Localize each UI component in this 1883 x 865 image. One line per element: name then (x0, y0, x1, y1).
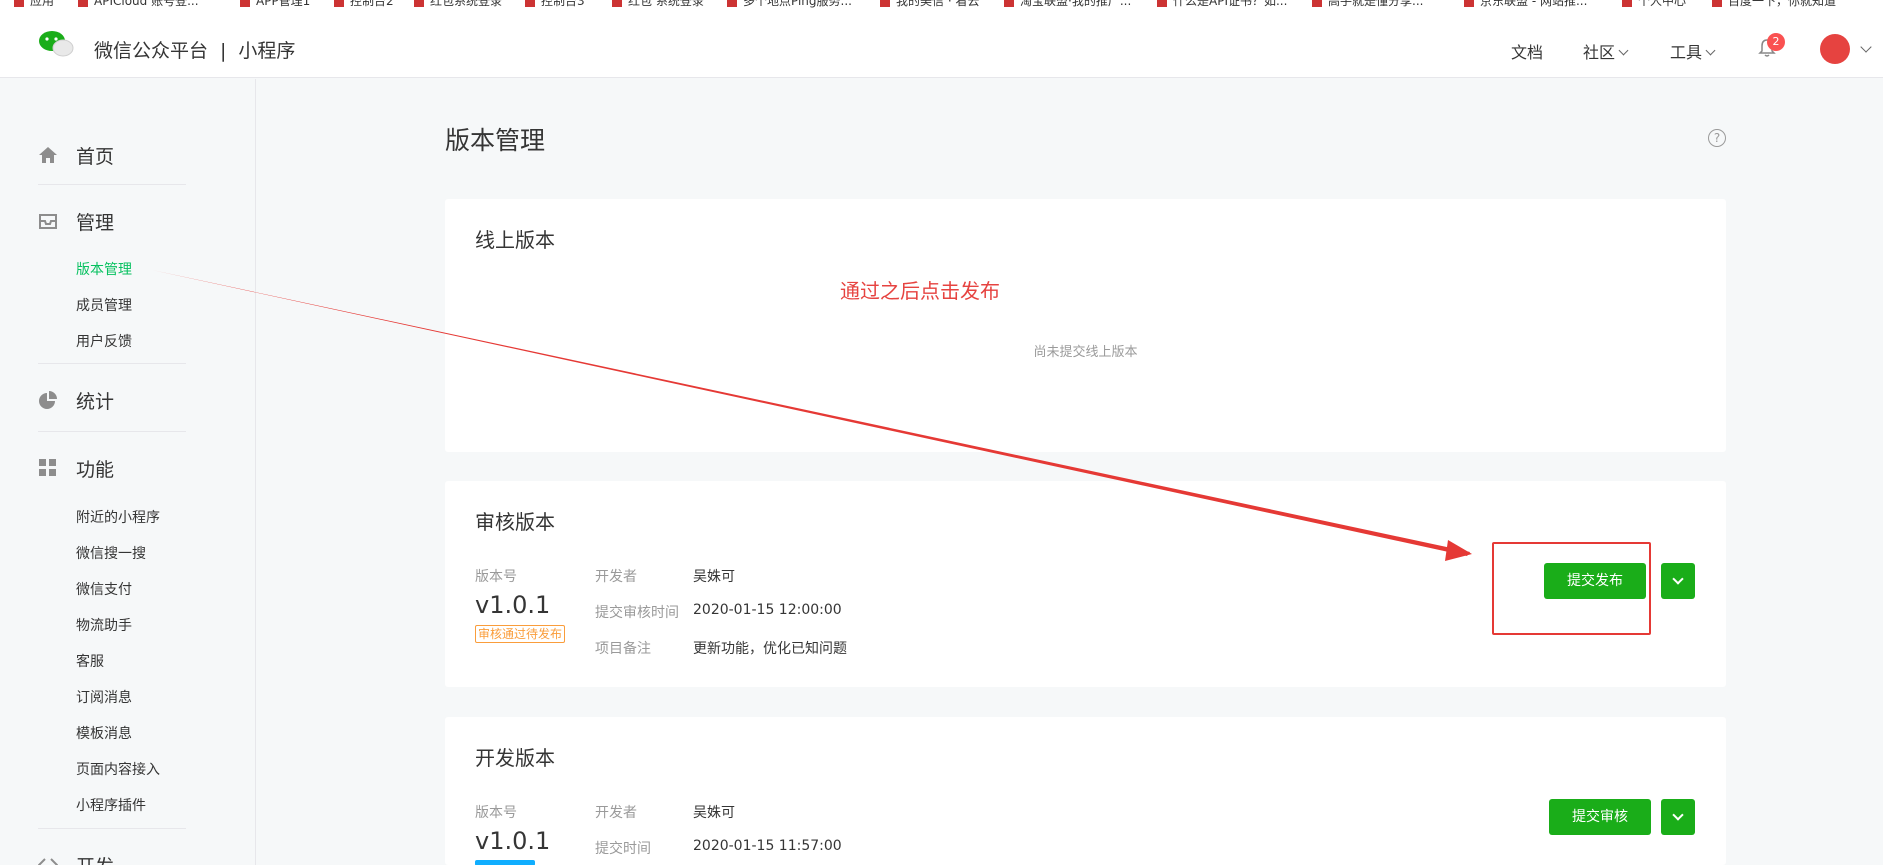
submit-time-label: 提交审核时间 (595, 605, 679, 621)
divider (38, 184, 186, 185)
notification-badge: 2 (1767, 33, 1785, 51)
brand-name: 微信公众平台 (94, 40, 209, 62)
bookmark-item[interactable]: 高手就是懂分享... (1312, 0, 1423, 8)
chevron-down-icon[interactable] (1860, 41, 1872, 53)
bookmark-icon (880, 0, 890, 7)
bookmark-item[interactable]: 淘宝联盟·我的推广... (1004, 0, 1131, 8)
developer-label: 开发者 (595, 805, 637, 821)
dev-version-card: 开发版本 版本号 v1.0.1 开发者 吴姝可 提交时间 2020-01-15 … (445, 717, 1726, 865)
annotation-text: 通过之后点击发布 (840, 279, 1000, 303)
sidebar-item-nearby[interactable]: 附近的小程序 (76, 507, 160, 527)
dev-more-button[interactable] (1661, 799, 1695, 835)
submit-time-label: 提交时间 (595, 841, 651, 857)
version-number: v1.0.1 (475, 591, 551, 619)
sidebar-item-pay[interactable]: 微信支付 (76, 579, 132, 599)
grid-icon (39, 459, 56, 476)
developer-label: 开发者 (595, 569, 637, 585)
sidebar: 首页 管理 版本管理 成员管理 用户反馈 统计 功能 附近的小程序 微信搜一搜 … (0, 79, 256, 865)
chevron-down-icon (1618, 45, 1629, 56)
sidebar-item-template[interactable]: 模板消息 (76, 723, 132, 743)
bookmark-icon (1004, 0, 1014, 7)
bookmark-icon (78, 0, 88, 7)
bookmark-icon (727, 0, 737, 7)
home-icon (39, 147, 57, 163)
status-badge: 审核通过待发布 (475, 625, 566, 643)
sidebar-item-plugin[interactable]: 小程序插件 (76, 795, 146, 815)
developer-value: 吴姝可 (693, 805, 735, 821)
online-version-title: 线上版本 (475, 228, 555, 252)
pie-chart-icon (39, 391, 57, 409)
code-icon (38, 858, 58, 865)
top-header: 微信公众平台 | 小程序 文档 社区 工具 2 (0, 8, 1883, 78)
review-more-button[interactable] (1661, 563, 1695, 599)
developer-value: 吴姝可 (693, 569, 735, 585)
bookmark-icon (14, 0, 24, 7)
sidebar-item-logistics[interactable]: 物流助手 (76, 615, 132, 635)
bookmark-icon (240, 0, 250, 7)
sidebar-item-feedback[interactable]: 用户反馈 (76, 331, 132, 351)
wechat-logo-icon[interactable] (38, 30, 74, 58)
bookmark-item[interactable]: 百度一下，你就知道 (1712, 0, 1836, 8)
nav-community[interactable]: 社区 (1583, 39, 1629, 63)
bookmark-item[interactable]: APP管理1 (240, 0, 310, 8)
bookmark-item[interactable]: 什么是API证书？如... (1157, 0, 1287, 8)
bookmarks-bar: 应用 APICloud 账号登... APP管理1 控制台2 红包系统登录 控制… (0, 0, 1883, 8)
bookmark-icon (1712, 0, 1722, 7)
bookmark-item[interactable]: 红包系统登录 (414, 0, 502, 8)
version-label: 版本号 (475, 569, 517, 585)
bookmark-icon (334, 0, 344, 7)
bookmark-icon (414, 0, 424, 7)
submit-time-value: 2020-01-15 12:00:00 (693, 602, 842, 618)
divider (38, 431, 186, 432)
chevron-down-icon (1672, 573, 1684, 585)
sidebar-item-content[interactable]: 页面内容接入 (76, 759, 160, 779)
bookmark-item[interactable]: APICloud 账号登... (78, 0, 199, 8)
bookmark-item[interactable]: 控制台2 (334, 0, 394, 8)
bookmark-item[interactable]: 应用 (14, 0, 54, 8)
bookmark-icon (1157, 0, 1167, 7)
help-icon[interactable]: ? (1708, 129, 1726, 147)
annotation-highlight-box (1492, 542, 1651, 635)
divider (38, 363, 186, 364)
inbox-icon (39, 214, 57, 229)
online-version-card: 线上版本 尚未提交线上版本 (445, 199, 1726, 452)
dev-version-title: 开发版本 (475, 746, 555, 770)
note-label: 项目备注 (595, 641, 651, 657)
bookmark-icon (1312, 0, 1322, 7)
note-value: 更新功能，优化已知问题 (693, 641, 847, 657)
bookmark-item[interactable]: 我的美信 · 看云 (880, 0, 979, 8)
version-label: 版本号 (475, 805, 517, 821)
chevron-down-icon (1672, 809, 1684, 821)
bookmark-item[interactable]: 红包 系统登录 (612, 0, 704, 8)
bookmark-item[interactable]: 京东联盟 - 网站推... (1464, 0, 1587, 8)
online-empty-text: 尚未提交线上版本 (1033, 345, 1138, 360)
bookmark-icon (525, 0, 535, 7)
sidebar-item-subscribe[interactable]: 订阅消息 (76, 687, 132, 707)
page-title: 版本管理 (445, 126, 546, 155)
brand-title[interactable]: 微信公众平台 | 小程序 (94, 36, 295, 63)
bookmark-icon (1622, 0, 1632, 7)
sidebar-item-service[interactable]: 客服 (76, 651, 104, 671)
product-name: 小程序 (238, 40, 296, 62)
nav-docs[interactable]: 文档 (1511, 39, 1543, 63)
avatar[interactable] (1820, 34, 1850, 64)
bookmark-icon (1464, 0, 1474, 7)
bookmark-icon (612, 0, 622, 7)
sidebar-item-members[interactable]: 成员管理 (76, 295, 132, 315)
review-version-title: 审核版本 (475, 510, 555, 534)
chevron-down-icon (1705, 45, 1716, 56)
sidebar-item-version[interactable]: 版本管理 (76, 259, 132, 279)
brand-separator: | (220, 40, 227, 62)
status-badge (475, 860, 535, 865)
bookmark-item[interactable]: 多个地点Ping服务... (727, 0, 852, 8)
divider (38, 828, 186, 829)
nav-tools[interactable]: 工具 (1670, 39, 1716, 63)
submit-review-button[interactable]: 提交审核 (1549, 799, 1651, 835)
version-number: v1.0.1 (475, 827, 551, 855)
bookmark-item[interactable]: 个人中心 (1622, 0, 1686, 8)
bookmark-item[interactable]: 控制台3 (525, 0, 585, 8)
submit-time-value: 2020-01-15 11:57:00 (693, 838, 842, 854)
sidebar-item-search[interactable]: 微信搜一搜 (76, 543, 146, 563)
